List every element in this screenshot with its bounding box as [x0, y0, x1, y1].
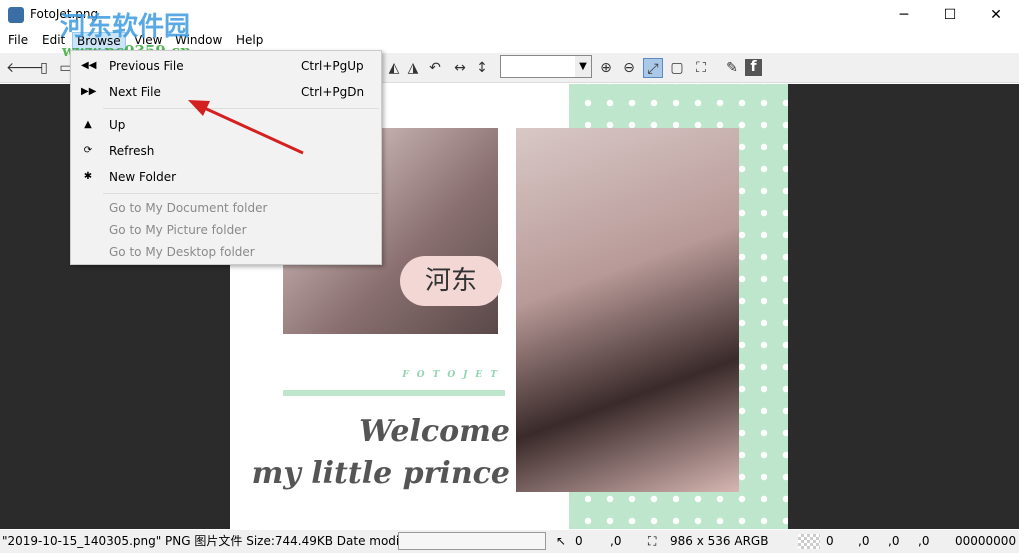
actual-size-icon[interactable]: ▢	[667, 58, 687, 78]
menu-item-label: Next File	[109, 85, 161, 99]
subtitle-text: my little prince	[251, 456, 510, 491]
color-b: ,0	[888, 534, 900, 548]
edit-icon[interactable]: ✎	[722, 58, 742, 78]
next-icon: ▶▶	[81, 86, 97, 97]
menu-item-label: Refresh	[109, 144, 155, 158]
watermark-logo: 河东软件园	[60, 12, 191, 42]
brand-text: FOTOJET	[402, 370, 505, 380]
status-bar: "2019-10-15_140305.png" PNG 图片文件 Size:74…	[0, 530, 1019, 553]
cursor-y: ,0	[610, 534, 622, 548]
menu-item-label: New Folder	[109, 170, 177, 184]
menu-file[interactable]: File	[4, 32, 32, 48]
menu-item-label: Go to My Document folder	[109, 201, 268, 215]
rotate-left-icon[interactable]: ◭	[384, 58, 404, 78]
new-folder-icon: ✱	[83, 171, 93, 182]
refresh-icon: ⟳	[83, 145, 93, 156]
image-dimensions: 986 x 536 ARGB	[670, 534, 769, 548]
fit-window-icon[interactable]: ⤢	[643, 58, 663, 78]
menu-separator	[103, 108, 379, 109]
chevron-down-icon[interactable]: ▼	[575, 56, 591, 77]
menu-item-shortcut: Ctrl+PgUp	[301, 59, 364, 73]
app-icon	[8, 7, 24, 23]
photo-girl	[516, 128, 739, 492]
fullscreen-icon[interactable]: ⛶	[691, 58, 711, 78]
menu-item-my-picture[interactable]: Go to My Picture folder	[71, 219, 381, 241]
color-r: 0	[826, 534, 834, 548]
status-progress-box	[398, 532, 546, 550]
transparency-icon	[798, 534, 820, 549]
back-arrow-icon[interactable]: 🡐	[6, 58, 44, 78]
menu-item-label: Go to My Desktop folder	[109, 245, 255, 259]
menu-item-next-file[interactable]: ▶▶ Next File Ctrl+PgDn	[71, 81, 381, 103]
up-folder-icon: ▲	[84, 119, 92, 130]
welcome-text: Welcome	[359, 414, 510, 449]
menu-help[interactable]: Help	[232, 32, 267, 48]
menu-separator	[103, 193, 379, 194]
file-info: "2019-10-15_140305.png" PNG 图片文件 Size:74…	[2, 534, 422, 548]
menu-item-refresh[interactable]: ⟳ Refresh	[71, 140, 381, 162]
minimize-button[interactable]: ─	[881, 0, 927, 30]
rotate-right-icon[interactable]: ◮	[403, 58, 423, 78]
color-g: ,0	[858, 534, 870, 548]
color-a: ,0	[918, 534, 930, 548]
previous-icon: ◀◀	[81, 60, 97, 71]
rotate-180-icon[interactable]: ↶	[425, 58, 445, 78]
speech-bubble: 河东	[400, 256, 502, 306]
color-hex: 00000000	[955, 534, 1017, 548]
menu-item-up[interactable]: ▲ Up	[71, 114, 381, 136]
browse-menu: ◀◀ Previous File Ctrl+PgUp ▶▶ Next File Ctrl…	[70, 50, 382, 265]
menu-item-label: Go to My Picture folder	[109, 223, 247, 237]
flip-horizontal-icon[interactable]: ↔	[450, 58, 470, 78]
menu-item-shortcut: Ctrl+PgDn	[301, 85, 365, 99]
cursor-icon: ↖	[556, 534, 567, 548]
zoom-out-icon[interactable]: ⊖	[619, 58, 639, 78]
new-icon[interactable]: ▯	[34, 58, 54, 78]
menu-item-new-folder[interactable]: ✱ New Folder	[71, 166, 381, 188]
menu-item-previous-file[interactable]: ◀◀ Previous File Ctrl+PgUp	[71, 55, 381, 77]
menu-item-label: Previous File	[109, 59, 184, 73]
dimensions-icon: ⛶	[648, 534, 657, 548]
cursor-x: 0	[575, 534, 583, 548]
maximize-button[interactable]: ☐	[927, 0, 973, 30]
facebook-icon[interactable]: f	[745, 59, 762, 76]
close-button[interactable]: ✕	[973, 0, 1019, 30]
zoom-level-select[interactable]: ▼	[500, 55, 592, 78]
flip-vertical-icon[interactable]: ↕	[472, 58, 492, 78]
green-bar	[283, 390, 505, 396]
menu-item-my-document[interactable]: Go to My Document folder	[71, 197, 381, 219]
zoom-in-icon[interactable]: ⊕	[596, 58, 616, 78]
menu-item-label: Up	[109, 118, 126, 132]
menu-item-my-desktop[interactable]: Go to My Desktop folder	[71, 241, 381, 263]
